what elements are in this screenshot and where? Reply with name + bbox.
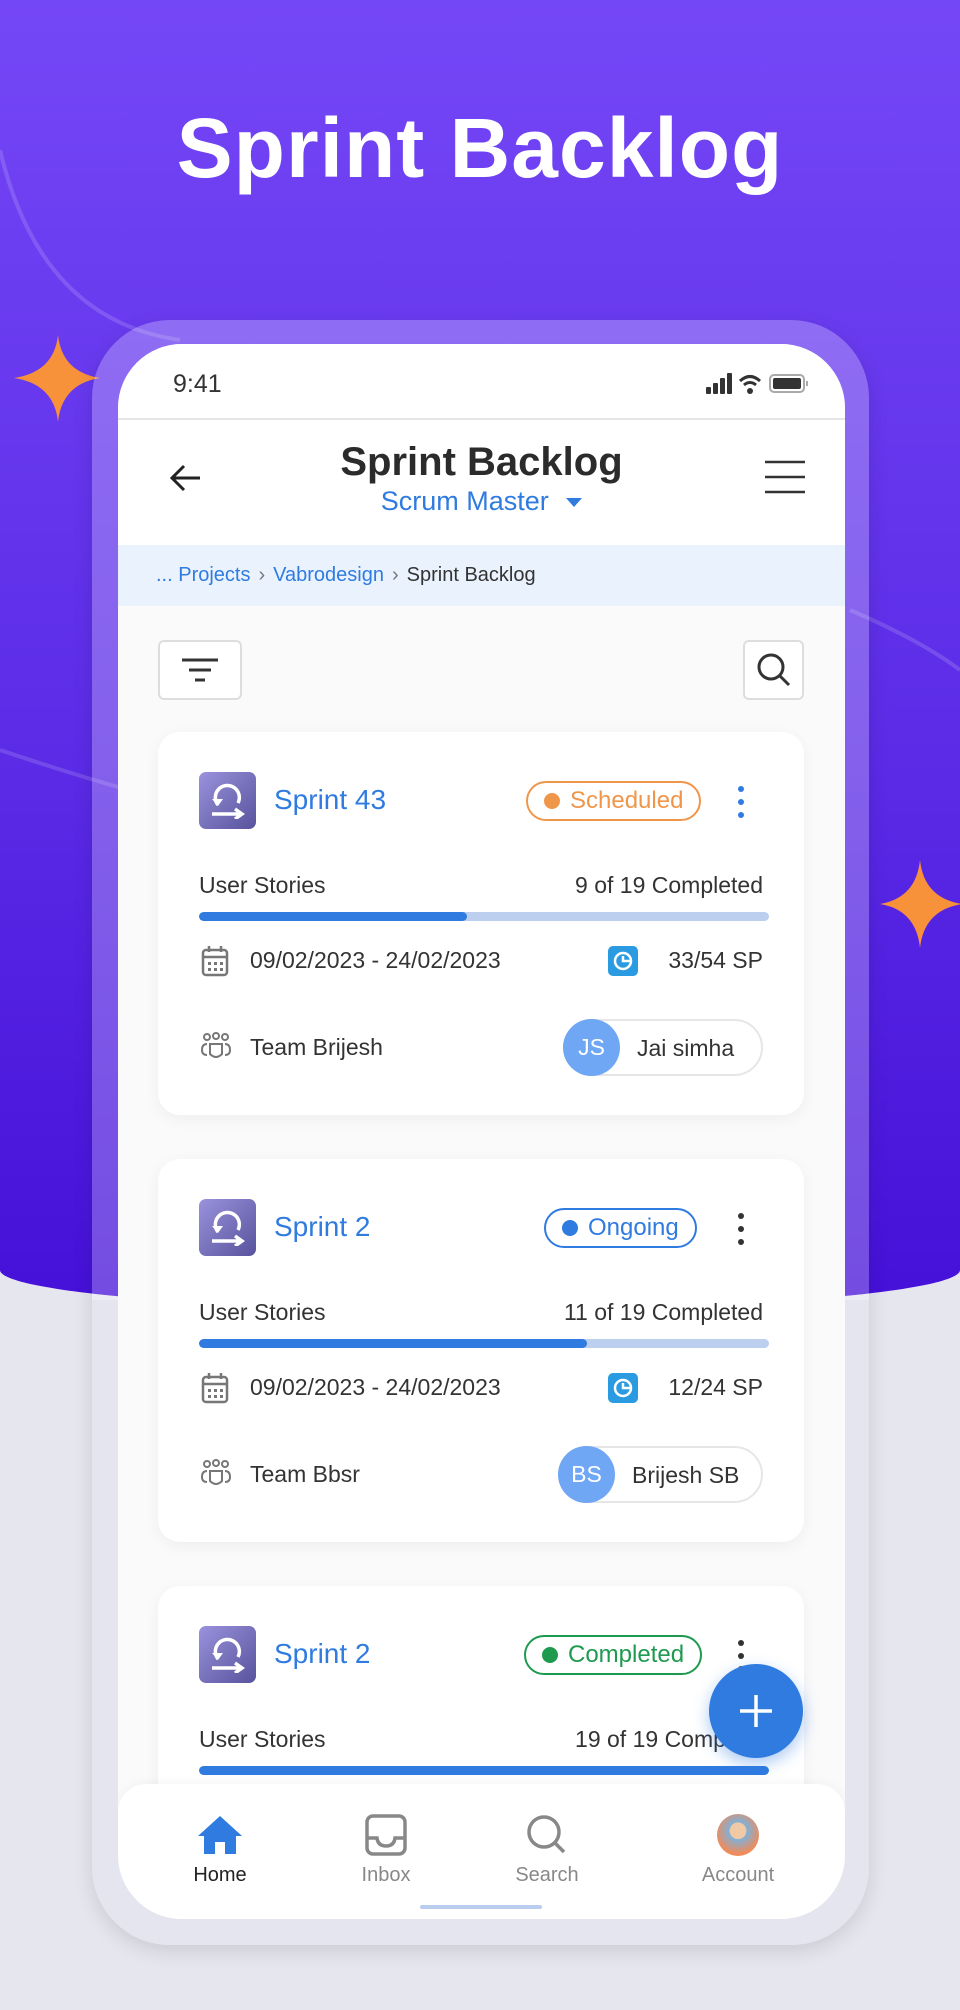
breadcrumb-current: Sprint Backlog [406, 564, 536, 586]
home-icon [198, 1816, 242, 1854]
sprint-dates: 09/02/2023 - 24/02/2023 [250, 1374, 501, 1400]
search-icon [527, 1815, 566, 1854]
status-badge: Ongoing [544, 1208, 697, 1248]
nav-home[interactable]: Home [160, 1814, 280, 1887]
nav-search[interactable]: Search [487, 1814, 607, 1887]
nav-inbox[interactable]: Inbox [326, 1814, 446, 1887]
bottom-nav: Home Inbox Search Account [118, 1784, 845, 1919]
hero-title: Sprint Backlog [176, 101, 784, 195]
add-sprint-button[interactable] [709, 1664, 803, 1758]
role-dropdown[interactable]: Scrum Master [118, 486, 845, 517]
calendar-icon [201, 946, 229, 977]
sprint-card[interactable]: Sprint 2 Ongoing User Stories 11 of 19 C… [158, 1159, 804, 1542]
sprint-icon [199, 1199, 256, 1256]
progress-bar [199, 912, 769, 921]
assignee-chip[interactable]: JS Jai simha [563, 1019, 763, 1076]
avatar: BS [558, 1446, 615, 1503]
caret-down-icon [566, 498, 583, 508]
sprint-title[interactable]: Sprint 2 [274, 1211, 371, 1243]
status-badge: Scheduled [526, 781, 702, 821]
sprint-title[interactable]: Sprint 43 [274, 784, 386, 816]
completed-count: 9 of 19 Completed [575, 872, 763, 898]
user-stories-label: User Stories [199, 872, 326, 898]
signal-icon [706, 373, 732, 394]
team-name: Team Brijesh [250, 1034, 383, 1060]
filter-icon [182, 658, 218, 682]
breadcrumb-vabrodesign[interactable]: Vabrodesign [273, 564, 384, 586]
more-options-icon[interactable] [731, 1209, 751, 1249]
plus-icon [740, 1695, 772, 1727]
home-indicator [420, 1905, 542, 1909]
avatar: JS [563, 1019, 620, 1076]
user-stories-label: User Stories [199, 1726, 326, 1752]
more-options-icon[interactable] [731, 782, 751, 822]
nav-account[interactable]: Account [678, 1814, 798, 1887]
team-name: Team Bbsr [250, 1461, 360, 1487]
wifi-icon [738, 375, 762, 387]
team-icon [201, 1459, 231, 1485]
status-time: 9:41 [173, 370, 222, 398]
story-points-icon [608, 1373, 638, 1403]
sprint-card[interactable]: Sprint 43 Scheduled User Stories 9 of 19… [158, 732, 804, 1115]
status-icons [706, 373, 808, 394]
battery-icon [769, 374, 808, 393]
story-points: 12/24 SP [668, 1374, 763, 1400]
breadcrumb-projects[interactable]: ... Projects [156, 564, 250, 586]
page-title: Sprint Backlog [340, 440, 623, 484]
user-stories-label: User Stories [199, 1299, 326, 1325]
sparkle-icon [880, 860, 960, 948]
sprint-icon [199, 1626, 256, 1683]
sprint-dates: 09/02/2023 - 24/02/2023 [250, 947, 501, 973]
story-points: 33/54 SP [668, 947, 763, 973]
avatar [717, 1814, 759, 1856]
assignee-chip[interactable]: BS Brijesh SB [558, 1446, 763, 1503]
filter-button[interactable] [158, 640, 242, 700]
assignee-name: Brijesh SB [632, 1462, 740, 1488]
status-badge: Completed [524, 1635, 703, 1675]
phone-screen: 9:41 Sprint Backlog Scrum Master ... Pro… [118, 344, 845, 1919]
story-points-icon [608, 946, 638, 976]
sparkle-icon [14, 335, 100, 422]
calendar-icon [201, 1373, 229, 1404]
menu-icon[interactable] [764, 460, 806, 494]
sprint-title[interactable]: Sprint 2 [274, 1638, 371, 1670]
search-icon [757, 653, 790, 687]
completed-count: 11 of 19 Completed [563, 1299, 763, 1325]
inbox-icon [365, 1814, 407, 1856]
role-label: Scrum Master [380, 486, 549, 516]
sprint-icon [199, 772, 256, 829]
progress-bar [199, 1339, 769, 1348]
assignee-name: Jai simha [637, 1035, 735, 1061]
progress-bar [199, 1766, 769, 1775]
team-icon [201, 1032, 231, 1058]
search-button[interactable] [743, 640, 804, 700]
breadcrumb: ... Projects › Vabrodesign › Sprint Backlog [118, 545, 845, 606]
